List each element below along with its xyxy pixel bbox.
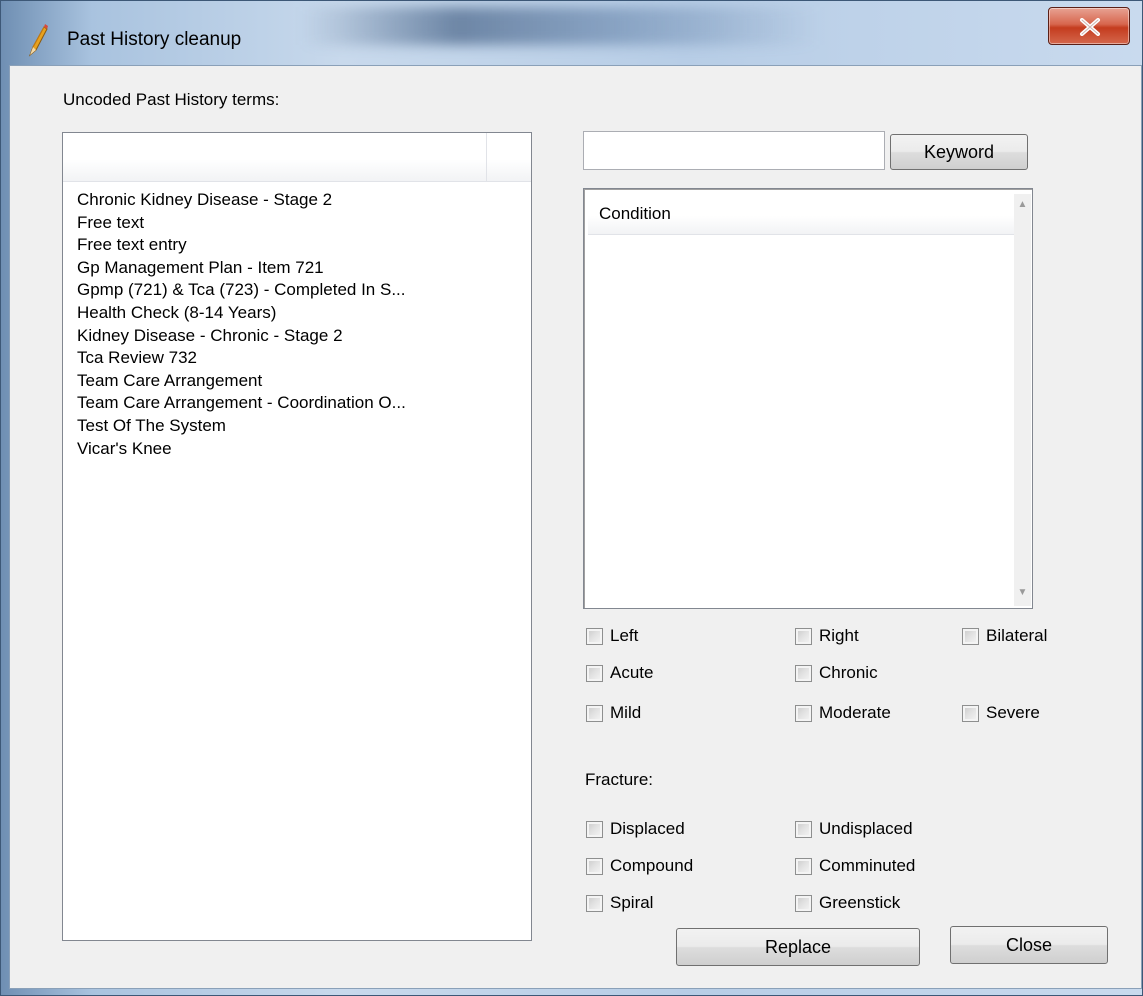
uncoded-terms-items: Chronic Kidney Disease - Stage 2 Free te… [77,189,406,460]
list-item[interactable]: Team Care Arrangement [77,370,406,393]
list-item[interactable]: Free text entry [77,234,406,257]
dialog-client-area: Uncoded Past History terms: Chronic Kidn… [9,65,1142,989]
checkbox-box[interactable] [586,858,603,875]
replace-button[interactable]: Replace [676,928,920,966]
close-icon [1080,18,1100,36]
scroll-down-arrow-icon[interactable]: ▼ [1014,584,1031,601]
checkbox-box[interactable] [586,821,603,838]
checkbox-label: Mild [610,703,642,722]
keyword-search-input[interactable] [583,131,885,170]
checkbox-label: Comminuted [819,856,916,875]
list-item[interactable]: Tca Review 732 [77,347,406,370]
keyword-button[interactable]: Keyword [890,134,1028,170]
checkbox-box[interactable] [586,665,603,682]
checkbox-box[interactable] [962,628,979,645]
uncoded-terms-label: Uncoded Past History terms: [63,90,280,109]
list-item[interactable]: Vicar's Knee [77,438,406,461]
checkbox-label: Severe [986,703,1040,722]
checkbox-box[interactable] [795,628,812,645]
checkbox-label: Moderate [819,703,891,722]
list-column-header[interactable] [63,133,531,182]
checkbox-label: Displaced [610,819,685,838]
close-button[interactable]: Close [950,926,1108,964]
checkbox-box[interactable] [586,895,603,912]
column-divider[interactable] [486,133,487,181]
condition-list[interactable]: Condition ▲ ▼ [583,188,1033,609]
checkbox-label: Right [819,626,859,645]
list-item[interactable]: Chronic Kidney Disease - Stage 2 [77,189,406,212]
uncoded-terms-list[interactable]: Chronic Kidney Disease - Stage 2 Free te… [62,132,532,941]
checkbox-box[interactable] [962,705,979,722]
title-bar-glow [301,7,821,45]
checkbox-box[interactable] [586,628,603,645]
list-item[interactable]: Gp Management Plan - Item 721 [77,257,406,280]
checkbox-box[interactable] [795,821,812,838]
list-item[interactable]: Health Check (8-14 Years) [77,302,406,325]
checkbox-label: Left [610,626,639,645]
condition-list-scrollbar[interactable]: ▲ ▼ [1014,194,1031,606]
checkbox-label: Bilateral [986,626,1048,645]
checkbox-label: Greenstick [819,893,901,912]
checkbox-label: Acute [610,663,654,682]
list-item[interactable]: Team Care Arrangement - Coordination O..… [77,392,406,415]
checkbox-box[interactable] [586,705,603,722]
dialog-window: Past History cleanup Uncoded Past Histor… [0,0,1143,996]
condition-column-label: Condition [599,204,671,223]
window-title: Past History cleanup [67,29,242,50]
checkbox-box[interactable] [795,895,812,912]
checkbox-box[interactable] [795,858,812,875]
checkbox-label: Spiral [610,893,654,912]
checkbox-label: Compound [610,856,694,875]
condition-column-header[interactable]: Condition [588,194,1014,235]
fracture-label: Fracture: [585,770,654,789]
checkbox-label: Undisplaced [819,819,913,838]
list-item[interactable]: Test Of The System [77,415,406,438]
scroll-up-arrow-icon[interactable]: ▲ [1014,196,1031,213]
list-item[interactable]: Free text [77,212,406,235]
list-item[interactable]: Kidney Disease - Chronic - Stage 2 [77,325,406,348]
checkbox-label: Chronic [819,663,878,682]
pencil-icon [28,24,48,57]
list-item[interactable]: Gpmp (721) & Tca (723) - Completed In S.… [77,279,406,302]
title-bar[interactable]: Past History cleanup [1,1,1143,65]
window-close-button[interactable] [1048,7,1130,45]
checkbox-box[interactable] [795,665,812,682]
checkbox-box[interactable] [795,705,812,722]
